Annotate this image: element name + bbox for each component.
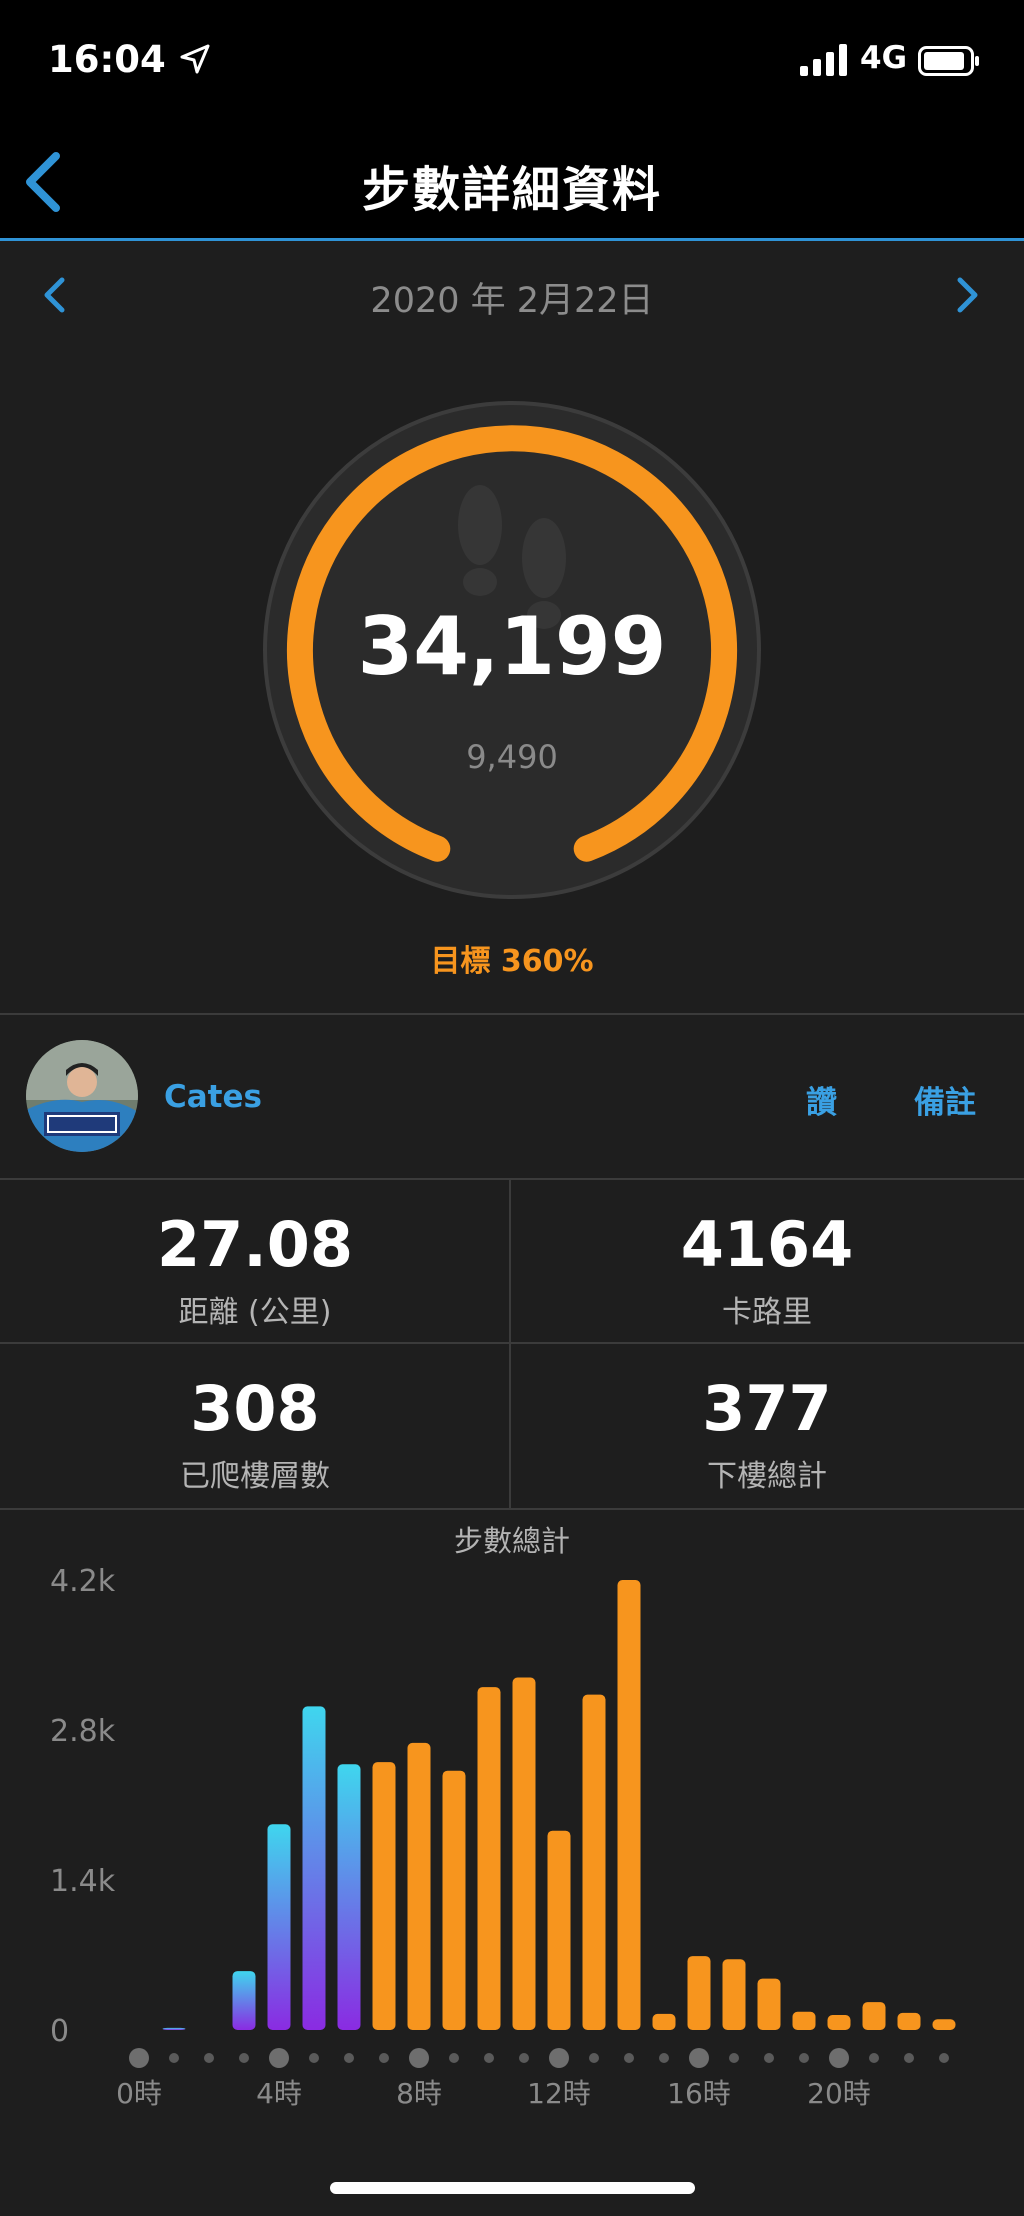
hour-dot [484, 2053, 494, 2063]
x-tick-label: 4時 [256, 2077, 302, 2110]
bar-hour-15 [652, 2013, 676, 2030]
bar-hour-5 [302, 1706, 326, 2030]
hour-dot [729, 2053, 739, 2063]
divider [0, 1178, 1024, 1180]
bar-hour-1 [162, 2027, 186, 2030]
hourly-steps-chart: 4.2k 2.8k 1.4k 0 0時 4時 8時 12時 16時 20時 [50, 1564, 956, 2110]
calories-value: 4164 [680, 1208, 854, 1281]
hour-dot [939, 2053, 949, 2063]
hour-dot [624, 2053, 634, 2063]
bar-hour-8 [407, 1742, 431, 2030]
y-tick-label: 0 [50, 2014, 69, 2049]
bar-hour-21 [862, 2002, 886, 2030]
bar-hour-3 [232, 1971, 256, 2030]
hour-dot [379, 2053, 389, 2063]
hour-dot [799, 2053, 809, 2063]
bar-hour-4 [267, 1824, 291, 2030]
distance-label: 距離 (公里) [178, 1295, 332, 1330]
bar-hour-11 [512, 1677, 536, 2030]
bar-hour-9 [442, 1770, 466, 2030]
date-label: 2020 年 2月22日 [370, 281, 654, 321]
divider [0, 1342, 1024, 1344]
page-title: 步數詳細資料 [361, 162, 662, 218]
hour-dot [239, 2053, 249, 2063]
bar-hour-19 [792, 2011, 816, 2030]
bar-hour-23 [932, 2019, 956, 2030]
signal-bars-icon [800, 44, 847, 76]
x-tick-label: 0時 [116, 2077, 162, 2110]
x-tick-label: 16時 [667, 2077, 731, 2110]
bar-hour-12 [547, 1830, 571, 2030]
avatar[interactable] [26, 1040, 138, 1152]
hour-dot [659, 2053, 669, 2063]
bar-hour-7 [372, 1762, 396, 2030]
hour-dot [589, 2053, 599, 2063]
hour-dot [309, 2053, 319, 2063]
hour-dot [869, 2053, 879, 2063]
user-name[interactable]: Cates [164, 1079, 262, 1115]
hour-dot [129, 2048, 149, 2068]
floors-descended-value: 377 [702, 1372, 832, 1445]
bar-hour-14 [617, 1580, 641, 2030]
y-tick-label: 1.4k [50, 1864, 116, 1899]
floors-descended-label: 下樓總計 [707, 1459, 827, 1494]
x-tick-label: 20時 [807, 2077, 871, 2110]
network-type: 4G [860, 40, 908, 76]
battery-icon [918, 46, 979, 76]
bar-hour-16 [687, 1956, 711, 2030]
steps-sub-value: 9,490 [466, 738, 558, 776]
hour-dot [204, 2053, 214, 2063]
location-arrow-icon [180, 44, 210, 74]
y-tick-label: 4.2k [50, 1564, 116, 1599]
floors-climbed-value: 308 [190, 1372, 320, 1445]
hour-dot [169, 2053, 179, 2063]
hour-dot [519, 2053, 529, 2063]
y-tick-label: 2.8k [50, 1714, 116, 1749]
bar-hour-20 [827, 2015, 851, 2030]
steps-total: 34,199 [357, 600, 667, 693]
status-time: 16:04 [48, 38, 166, 81]
divider [0, 1508, 1024, 1510]
hour-dot [829, 2048, 849, 2068]
bar-hour-10 [477, 1687, 501, 2030]
distance-value: 27.08 [156, 1208, 354, 1281]
like-button[interactable]: 讚 [806, 1077, 837, 1122]
hour-dot [269, 2048, 289, 2068]
divider [0, 1013, 1024, 1015]
bar-hour-18 [757, 1978, 781, 2030]
note-button[interactable]: 備註 [914, 1077, 976, 1122]
hour-dot [764, 2053, 774, 2063]
calories-label: 卡路里 [722, 1295, 812, 1330]
x-tick-label: 8時 [396, 2077, 442, 2110]
bar-hour-13 [582, 1694, 606, 2030]
bar-hour-6 [337, 1764, 361, 2030]
hour-dot [344, 2053, 354, 2063]
hour-dot [409, 2048, 429, 2068]
next-day-icon[interactable] [954, 275, 982, 315]
hour-dot [689, 2048, 709, 2068]
bar-hour-17 [722, 1959, 746, 2030]
hour-dot [449, 2053, 459, 2063]
hour-dot [904, 2053, 914, 2063]
floors-climbed-label: 已爬樓層數 [180, 1459, 330, 1494]
hour-dot [549, 2048, 569, 2068]
header-divider [0, 238, 1024, 241]
goal-percent: 目標 360% [430, 944, 594, 979]
bar-hour-22 [897, 2012, 921, 2030]
x-tick-label: 12時 [527, 2077, 591, 2110]
home-indicator[interactable] [330, 2182, 695, 2194]
